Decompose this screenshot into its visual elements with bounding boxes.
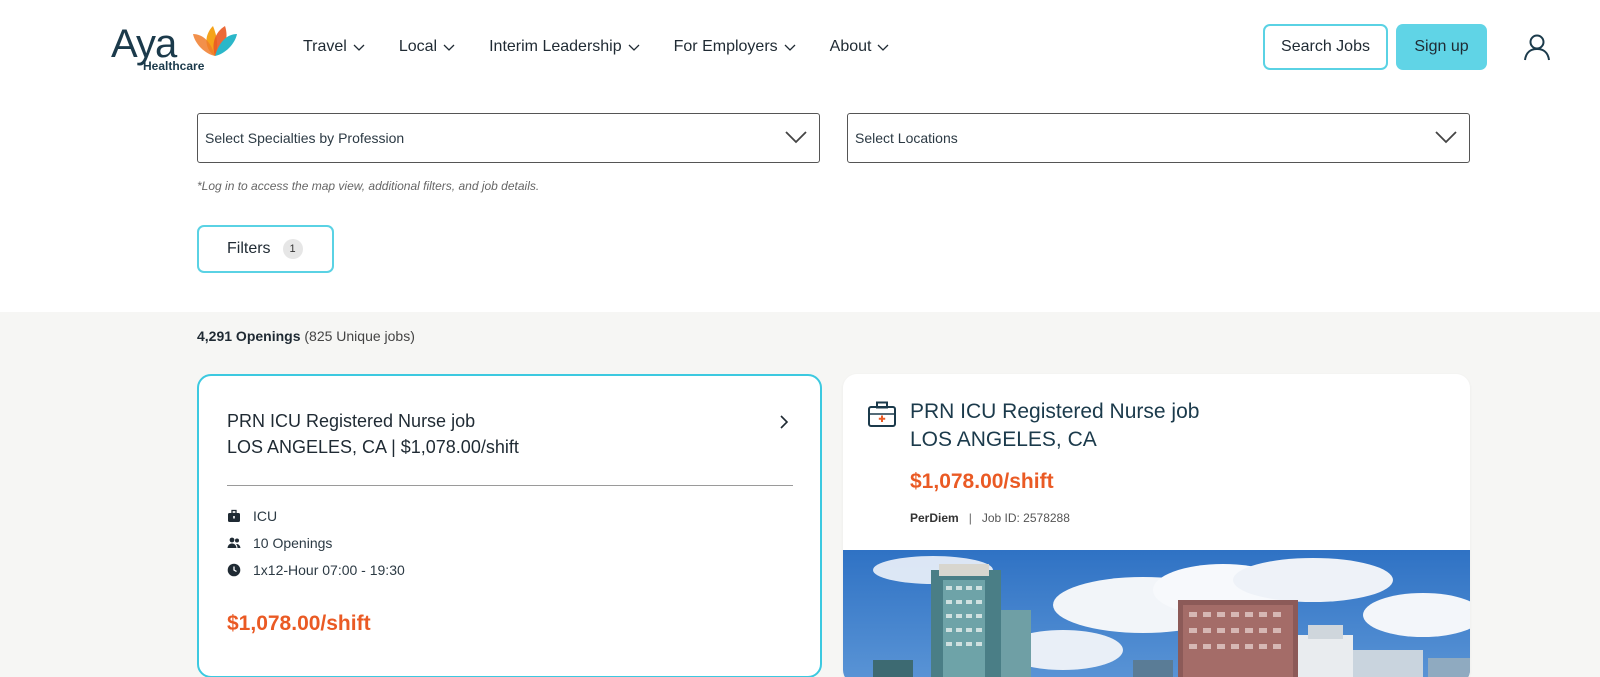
chevron-down-icon xyxy=(785,131,807,144)
nav-label: Interim Leadership xyxy=(489,38,622,55)
nav-for-employers[interactable]: For Employers xyxy=(674,36,796,58)
chevron-right-icon[interactable] xyxy=(778,414,790,430)
logo-subtitle: Healthcare xyxy=(143,59,205,73)
results-section: 4,291 Openings (825 Unique jobs) PRN ICU… xyxy=(0,312,1600,677)
job-detail-title-line1: PRN ICU Registered Nurse job xyxy=(910,400,1200,423)
job-detail-title-line2: LOS ANGELES, CA xyxy=(910,428,1097,451)
unique-jobs-count: (825 Unique jobs) xyxy=(304,328,415,344)
job-openings: 10 Openings xyxy=(227,535,332,551)
job-card-title-line1: PRN ICU Registered Nurse job xyxy=(227,411,476,431)
filters-button[interactable]: Filters 1 xyxy=(197,225,334,273)
filters-count-badge: 1 xyxy=(282,239,303,259)
chevron-down-icon xyxy=(628,44,640,51)
job-id: Job ID: 2578288 xyxy=(981,511,1070,525)
specialties-select[interactable]: Select Specialties by Profession xyxy=(197,113,820,163)
chevron-down-icon xyxy=(784,44,796,51)
nav-travel[interactable]: Travel xyxy=(303,36,365,58)
site-header: Aya Healthcare Travel Local Interim Lead… xyxy=(0,0,1600,96)
locations-placeholder: Select Locations xyxy=(855,130,958,146)
aya-healthcare-logo[interactable]: Aya Healthcare xyxy=(111,22,241,74)
user-icon[interactable] xyxy=(1523,33,1551,61)
job-card-price: $1,078.00/shift xyxy=(227,612,371,635)
sign-up-button[interactable]: Sign up xyxy=(1396,24,1487,70)
chevron-down-icon xyxy=(1435,131,1457,144)
main-nav: Travel Local Interim Leadership For Empl… xyxy=(303,36,923,58)
openings-text: 10 Openings xyxy=(253,535,333,551)
openings-count: 4,291 Openings xyxy=(197,328,301,344)
filters-label: Filters xyxy=(227,240,271,257)
briefcase-icon xyxy=(228,509,240,522)
meta-separator: | xyxy=(968,511,972,525)
job-card-title-line2: LOS ANGELES, CA | $1,078.00/shift xyxy=(227,437,519,457)
specialty-text: ICU xyxy=(253,508,278,524)
medical-kit-icon xyxy=(868,401,896,427)
divider xyxy=(227,485,793,486)
specialties-placeholder: Select Specialties by Profession xyxy=(205,130,405,146)
job-detail-panel: PRN ICU Registered Nurse job LOS ANGELES… xyxy=(843,374,1470,677)
nav-local[interactable]: Local xyxy=(399,36,455,58)
nav-label: About xyxy=(829,38,872,55)
job-detail-price: $1,078.00/shift xyxy=(910,470,1054,493)
nav-label: Local xyxy=(398,38,438,55)
chevron-down-icon xyxy=(878,44,889,51)
nav-label: Travel xyxy=(303,38,347,55)
job-detail-meta: PerDiem | Job ID: 2578288 xyxy=(910,511,1070,525)
job-specialty: ICU xyxy=(227,508,277,524)
login-note: *Log in to access the map view, addition… xyxy=(197,179,540,193)
job-card[interactable]: PRN ICU Registered Nurse job LOS ANGELES… xyxy=(197,374,822,677)
city-skyline-image xyxy=(843,550,1470,677)
nav-label: For Employers xyxy=(673,38,778,55)
clock-icon xyxy=(227,563,241,577)
nav-about[interactable]: About xyxy=(830,36,890,58)
chevron-down-icon xyxy=(443,44,455,51)
job-card-title: PRN ICU Registered Nurse job LOS ANGELES… xyxy=(227,408,519,460)
job-type: PerDiem xyxy=(910,511,959,525)
job-detail-title: PRN ICU Registered Nurse job LOS ANGELES… xyxy=(910,398,1199,454)
nav-interim-leadership[interactable]: Interim Leadership xyxy=(489,36,640,58)
locations-select[interactable]: Select Locations xyxy=(847,113,1470,163)
search-jobs-button[interactable]: Search Jobs xyxy=(1263,24,1388,70)
openings-summary: 4,291 Openings (825 Unique jobs) xyxy=(197,328,415,344)
people-icon xyxy=(227,537,241,548)
lotus-flower-icon xyxy=(193,26,237,56)
schedule-text: 1x12-Hour 07:00 - 19:30 xyxy=(253,562,405,578)
chevron-down-icon xyxy=(353,44,365,51)
job-schedule: 1x12-Hour 07:00 - 19:30 xyxy=(227,562,405,578)
